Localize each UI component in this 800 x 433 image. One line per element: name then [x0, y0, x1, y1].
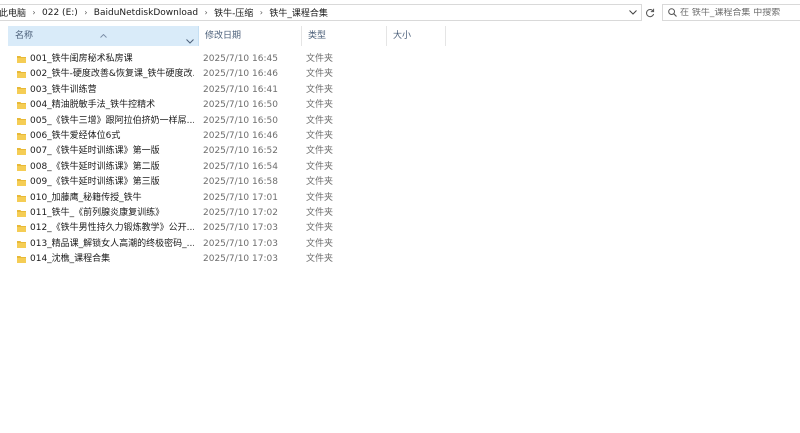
chevron-down-icon[interactable] [186, 32, 194, 52]
file-type: 文件夹 [306, 84, 334, 95]
file-name[interactable]: 012_《铁牛男性持久力锻炼教学》公开... [30, 221, 194, 236]
chevron-right-icon[interactable]: › [201, 5, 211, 20]
folder-icon [17, 147, 26, 156]
table-row[interactable]: 014_沈樵_课程合集 2025/7/10 17:03 文件夹 [0, 252, 800, 267]
file-type: 文件夹 [306, 161, 334, 172]
file-type: 文件夹 [306, 69, 334, 80]
file-name[interactable]: 007_《铁牛延时训练课》第一版 [30, 144, 194, 159]
file-type: 文件夹 [306, 223, 334, 234]
folder-icon [17, 132, 26, 140]
address-bar[interactable]: 此电脑 › 022 (E:) › BaiduNetdiskDownload › … [0, 4, 642, 21]
file-date: 2025/7/10 17:03 [203, 254, 278, 265]
table-row[interactable]: 001_铁牛闺房秘术私房课 2025/7/10 16:45 文件夹 [0, 52, 800, 67]
table-row[interactable]: 007_《铁牛延时训练课》第一版 2025/7/10 16:52 文件夹 [0, 144, 800, 159]
file-type: 文件夹 [306, 207, 334, 218]
folder-icon [17, 86, 26, 94]
folder-icon [17, 194, 26, 202]
file-type: 文件夹 [306, 192, 334, 203]
table-row[interactable]: 013_精品课_解锁女人高潮的终极密码_... 2025/7/10 17:03 文件… [0, 237, 800, 252]
table-row[interactable]: 008_《铁牛延时训练课》第二版 2025/7/10 16:54 文件夹 [0, 160, 800, 175]
column-header-date-label: 修改日期 [205, 31, 242, 41]
chevron-right-icon[interactable]: › [256, 5, 266, 20]
breadcrumb-drive[interactable]: 022 (E:) [39, 8, 81, 18]
file-name[interactable]: 013_精品课_解锁女人高潮的终极密码_... [30, 237, 194, 252]
refresh-button[interactable] [643, 4, 657, 21]
folder-icon [17, 117, 26, 125]
folder-icon [17, 209, 26, 217]
column-header-name-label: 名称 [15, 31, 34, 41]
file-date: 2025/7/10 16:46 [203, 69, 278, 80]
search-input[interactable] [680, 7, 800, 18]
file-type: 文件夹 [306, 115, 334, 126]
search-icon [668, 8, 677, 17]
file-name[interactable]: 004_精油脱敏手法_铁牛控精术 [30, 98, 194, 113]
file-name[interactable]: 001_铁牛闺房秘术私房课 [30, 52, 194, 67]
file-type: 文件夹 [306, 130, 334, 141]
file-date: 2025/7/10 16:45 [203, 54, 278, 64]
sort-up-icon [100, 26, 107, 46]
table-row[interactable]: 009_《铁牛延时训练课》第三版 2025/7/10 16:58 文件夹 [0, 175, 800, 190]
breadcrumb-this-pc[interactable]: 此电脑 [0, 6, 29, 19]
breadcrumb-compressed[interactable]: 铁牛-压缩 [211, 6, 256, 19]
folder-icon [17, 240, 26, 248]
column-header-size[interactable]: 大小 [387, 26, 446, 46]
breadcrumb-download[interactable]: BaiduNetdiskDownload [91, 8, 201, 18]
file-name[interactable]: 009_《铁牛延时训练课》第三版 [30, 175, 194, 190]
folder-icon [17, 70, 26, 79]
folder-icon [17, 55, 26, 63]
file-date: 2025/7/10 17:03 [203, 238, 278, 249]
file-date: 2025/7/10 16:52 [203, 146, 278, 157]
file-type: 文件夹 [306, 146, 334, 157]
folder-icon [17, 255, 26, 264]
file-date: 2025/7/10 16:50 [203, 115, 278, 126]
file-name[interactable]: 008_《铁牛延时训练课》第二版 [30, 160, 194, 175]
file-date: 2025/7/10 17:02 [203, 207, 278, 218]
table-row[interactable]: 003_铁牛训练营 2025/7/10 16:41 文件夹 [0, 83, 800, 98]
column-header-type[interactable]: 类型 [302, 26, 387, 46]
table-row[interactable]: 004_精油脱敏手法_铁牛控精术 2025/7/10 16:50 文件夹 [0, 98, 800, 113]
file-name[interactable]: 011_铁牛_《前列腺炎康复训练》 [30, 206, 194, 221]
table-row[interactable]: 005_《铁牛三增》跟阿拉伯挤奶一样屌... 2025/7/10 16:50 文件夹 [0, 114, 800, 129]
file-type: 文件夹 [306, 254, 334, 265]
chevron-right-icon[interactable]: › [81, 5, 91, 20]
refresh-icon [646, 8, 655, 17]
file-date: 2025/7/10 16:54 [203, 161, 278, 172]
table-row[interactable]: 002_铁牛-硬度改善&恢复课_铁牛硬度改... 2025/7/10 16:46 文… [0, 67, 800, 82]
column-header-row: 名称 修改日期 类型 大小 [0, 26, 800, 46]
chevron-down-icon[interactable] [627, 5, 639, 20]
table-row[interactable]: 012_《铁牛男性持久力锻炼教学》公开... 2025/7/10 17:03 文件夹 [0, 221, 800, 236]
folder-icon [17, 101, 26, 110]
search-box[interactable] [662, 4, 800, 21]
file-name[interactable]: 005_《铁牛三增》跟阿拉伯挤奶一样屌... [30, 114, 194, 129]
address-row: 此电脑 › 022 (E:) › BaiduNetdiskDownload › … [0, 0, 800, 26]
file-name[interactable]: 010_加藤鹰_秘籍传授_铁牛 [30, 191, 194, 206]
file-type: 文件夹 [306, 54, 334, 64]
file-date: 2025/7/10 16:41 [203, 84, 278, 95]
file-date: 2025/7/10 16:46 [203, 130, 278, 141]
table-row[interactable]: 006_铁牛爱经体位6式 2025/7/10 16:46 文件夹 [0, 129, 800, 144]
file-name[interactable]: 003_铁牛训练营 [30, 83, 194, 98]
file-name[interactable]: 002_铁牛-硬度改善&恢复课_铁牛硬度改... [30, 67, 194, 82]
table-row[interactable]: 011_铁牛_《前列腺炎康复训练》 2025/7/10 17:02 文件夹 [0, 206, 800, 221]
folder-icon [17, 163, 26, 171]
file-name[interactable]: 006_铁牛爱经体位6式 [30, 129, 194, 144]
column-header-type-label: 类型 [308, 31, 327, 41]
column-header-date[interactable]: 修改日期 [199, 26, 302, 46]
file-list: 001_铁牛闺房秘术私房课 2025/7/10 16:45 文件夹 002_铁牛-硬度… [0, 52, 800, 267]
breadcrumb-current[interactable]: 铁牛_课程合集 [266, 6, 331, 19]
column-header-name[interactable]: 名称 [8, 26, 199, 46]
file-date: 2025/7/10 17:01 [203, 192, 278, 203]
chevron-right-icon[interactable]: › [29, 5, 39, 20]
file-type: 文件夹 [306, 100, 334, 111]
file-type: 文件夹 [306, 177, 334, 188]
table-row[interactable]: 010_加藤鹰_秘籍传授_铁牛 2025/7/10 17:01 文件夹 [0, 191, 800, 206]
file-type: 文件夹 [306, 238, 334, 249]
folder-icon [17, 224, 26, 233]
file-name[interactable]: 014_沈樵_课程合集 [30, 252, 194, 267]
folder-icon [17, 178, 26, 187]
file-date: 2025/7/10 16:50 [203, 100, 278, 111]
column-header-size-label: 大小 [393, 31, 412, 41]
file-date: 2025/7/10 16:58 [203, 177, 278, 188]
file-date: 2025/7/10 17:03 [203, 223, 278, 234]
